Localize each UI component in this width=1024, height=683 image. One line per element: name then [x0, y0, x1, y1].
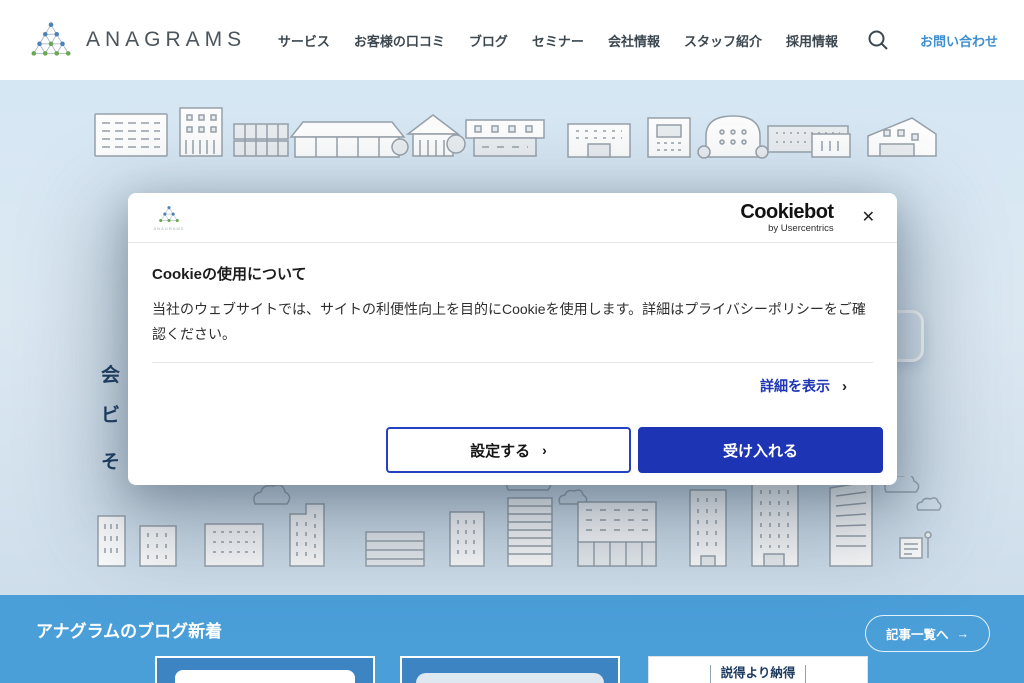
cookie-dialog-header: ANAGRAMS Cookiebot by Usercentrics ✕ [128, 193, 897, 243]
blog-card-title: 説得より納得 [710, 665, 807, 683]
anagrams-triangle-logo-icon [28, 18, 74, 62]
blog-section-title: アナグラムのブログ新着 [36, 617, 222, 642]
page: ANAGRAMS サービス お客様の口コミ ブログ セミナー 会社情報 スタッフ… [0, 0, 1024, 683]
main-nav: サービス お客様の口コミ ブログ セミナー 会社情報 スタッフ紹介 採用情報 お… [278, 28, 998, 52]
cookie-settings-button[interactable]: 設定する › [386, 427, 631, 473]
nav-services[interactable]: サービス [278, 31, 330, 50]
blog-section: アナグラムのブログ新着 記事一覧へ → 説得より納得 [0, 595, 1024, 683]
nav-staff[interactable]: スタッフ紹介 [684, 31, 762, 50]
anagrams-mini-triangle-icon [158, 205, 180, 225]
nav-seminar[interactable]: セミナー [532, 31, 584, 50]
brand-name: ANAGRAMS [86, 28, 246, 52]
cookie-dialog-text: 当社のウェブサイトでは、サイトの利便性向上を目的にCookieを使用します。詳細… [152, 297, 873, 346]
nav-reviews[interactable]: お客様の口コミ [354, 31, 445, 50]
hidden-heading-letter: そ [101, 447, 120, 474]
view-all-articles-button[interactable]: 記事一覧へ → [865, 615, 990, 652]
show-details-link[interactable]: 詳細を表示 [760, 376, 830, 396]
cookie-settings-label: 設定する [470, 440, 530, 461]
blog-card[interactable] [400, 656, 620, 683]
hidden-heading-letter: ビ [101, 400, 120, 427]
chevron-right-icon: › [542, 442, 547, 458]
cookie-dialog-body: Cookieの使用について 当社のウェブサイトでは、サイトの利便性向上を目的にC… [128, 243, 897, 396]
cookiebot-logo: Cookiebot by Usercentrics [740, 202, 833, 234]
close-icon[interactable]: ✕ [860, 208, 877, 228]
brand-logo[interactable]: ANAGRAMS [28, 18, 246, 62]
anagrams-mini-logo: ANAGRAMS [146, 205, 192, 231]
chevron-right-icon: › [842, 378, 847, 395]
anagrams-mini-logo-label: ANAGRAMS [154, 226, 185, 231]
blog-card[interactable]: 説得より納得 [648, 656, 868, 683]
cookie-dialog-title: Cookieの使用について [152, 263, 873, 284]
nav-contact[interactable]: お問い合わせ [920, 31, 998, 50]
city-skyline-illustration [0, 476, 1024, 571]
cookiebot-byline: by Usercentrics [768, 224, 833, 234]
blog-card[interactable] [155, 656, 375, 683]
cookie-consent-dialog: ANAGRAMS Cookiebot by Usercentrics ✕ Coo… [128, 193, 897, 485]
buildings-illustration-top [0, 94, 1024, 169]
nav-company[interactable]: 会社情報 [608, 31, 660, 50]
cookiebot-wordmark: Cookiebot [740, 202, 833, 222]
search-icon[interactable] [866, 28, 890, 52]
cookie-accept-button[interactable]: 受け入れる [638, 427, 883, 473]
nav-recruit[interactable]: 採用情報 [786, 31, 838, 50]
cookie-accept-label: 受け入れる [723, 440, 798, 461]
hidden-heading-letter: 会 [101, 360, 120, 387]
view-all-label: 記事一覧へ [886, 624, 949, 643]
site-header: ANAGRAMS サービス お客様の口コミ ブログ セミナー 会社情報 スタッフ… [0, 0, 1024, 80]
arrow-right-icon: → [957, 627, 970, 641]
nav-blog[interactable]: ブログ [469, 31, 508, 50]
blog-card-list: 説得より納得 [0, 656, 1024, 683]
